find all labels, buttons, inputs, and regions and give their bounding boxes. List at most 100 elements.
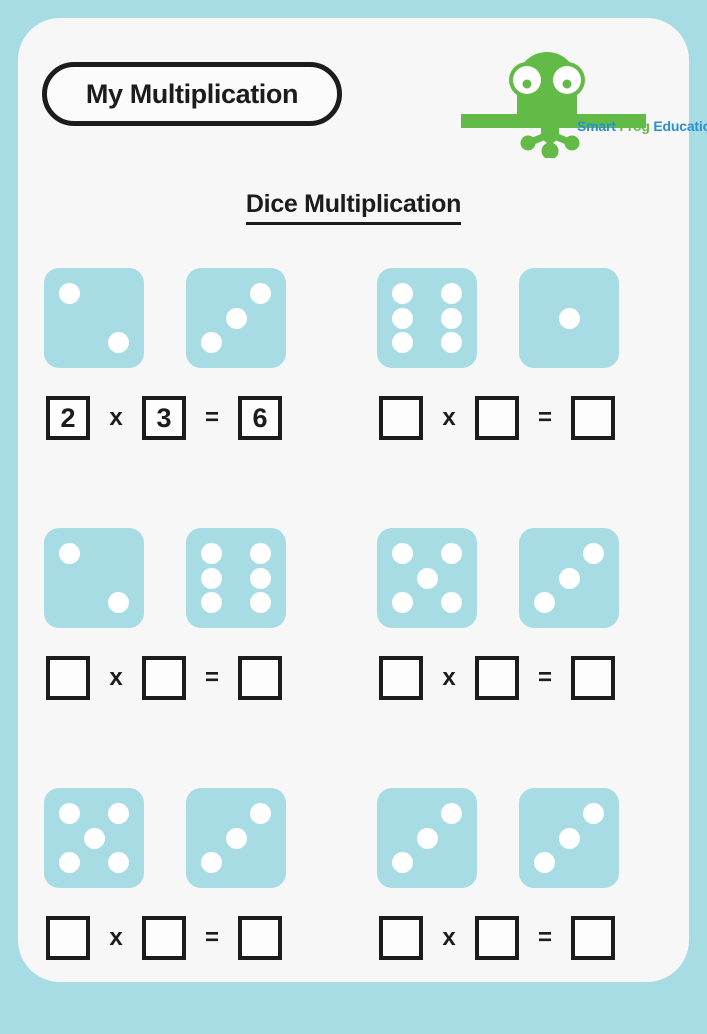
product-input[interactable] bbox=[571, 656, 615, 700]
equation: x = bbox=[379, 916, 615, 960]
problem-1: 2 x 3 = 6 bbox=[18, 254, 353, 514]
dice-pair bbox=[44, 528, 286, 628]
logo-word-education: Education bbox=[653, 118, 707, 134]
die-pip bbox=[392, 543, 413, 564]
worksheet-title-badge: My Multiplication bbox=[42, 62, 342, 126]
die-right-face-1 bbox=[519, 268, 619, 368]
die-right-face-3 bbox=[186, 788, 286, 888]
die-pip bbox=[441, 307, 462, 329]
problem-grid: 2 x 3 = 6 x = x = x = x = x = bbox=[18, 254, 689, 1034]
die-pip bbox=[59, 852, 80, 873]
product-input[interactable]: 6 bbox=[238, 396, 282, 440]
times-operator: x bbox=[109, 404, 123, 431]
worksheet-heading-text: Dice Multiplication bbox=[245, 190, 461, 225]
die-pip bbox=[201, 592, 222, 613]
die-pip bbox=[558, 567, 580, 589]
die-pip bbox=[108, 803, 129, 824]
equation: 2 x 3 = 6 bbox=[46, 396, 282, 440]
die-pip bbox=[225, 307, 247, 329]
die-pip bbox=[250, 567, 271, 589]
dice-pair bbox=[44, 268, 286, 368]
worksheet-page: My Multiplication Smart Frog Educatio Di… bbox=[18, 18, 707, 982]
times-operator: x bbox=[109, 664, 123, 691]
die-pip bbox=[534, 852, 555, 873]
die-pip bbox=[441, 803, 462, 824]
die-pip bbox=[441, 332, 462, 353]
factor-right-input[interactable] bbox=[475, 916, 519, 960]
problem-5: x = bbox=[18, 774, 353, 1034]
worksheet-heading: Dice Multiplication bbox=[18, 190, 689, 225]
smart-frog-education-logo: Smart Frog Education bbox=[459, 38, 707, 158]
times-operator: x bbox=[109, 924, 123, 951]
die-right-face-3 bbox=[519, 788, 619, 888]
times-operator: x bbox=[442, 664, 456, 691]
die-pip bbox=[59, 803, 80, 824]
die-pip bbox=[250, 283, 271, 304]
die-pip bbox=[250, 543, 271, 564]
equals-operator: = bbox=[204, 924, 219, 951]
equals-operator: = bbox=[537, 664, 552, 691]
factor-left-input[interactable] bbox=[46, 656, 90, 700]
worksheet-title-text: My Multiplication bbox=[85, 78, 299, 109]
times-operator: x bbox=[442, 404, 456, 431]
die-pip bbox=[59, 283, 80, 304]
equals-operator: = bbox=[537, 924, 552, 951]
die-left-face-5 bbox=[44, 788, 144, 888]
die-pip bbox=[583, 543, 604, 564]
die-pip bbox=[416, 567, 438, 589]
equation: x = bbox=[46, 916, 282, 960]
die-pip bbox=[201, 543, 222, 564]
problem-row: x = x = bbox=[18, 774, 689, 1034]
die-pip bbox=[108, 332, 129, 353]
problem-row: x = x = bbox=[18, 514, 689, 774]
die-pip bbox=[250, 803, 271, 824]
factor-left-input[interactable] bbox=[46, 916, 90, 960]
die-pip bbox=[441, 543, 462, 564]
factor-right-input[interactable] bbox=[142, 656, 186, 700]
product-input[interactable] bbox=[571, 396, 615, 440]
die-left-face-3 bbox=[377, 788, 477, 888]
die-pip bbox=[558, 307, 580, 329]
die-pip bbox=[201, 567, 222, 589]
factor-right-input[interactable] bbox=[142, 916, 186, 960]
product-input[interactable] bbox=[238, 656, 282, 700]
die-pip bbox=[108, 592, 129, 613]
equals-operator: = bbox=[204, 404, 219, 431]
die-pip bbox=[392, 283, 413, 304]
problem-6: x = bbox=[353, 774, 688, 1034]
factor-right-input[interactable] bbox=[475, 656, 519, 700]
die-pip bbox=[83, 827, 105, 849]
die-right-face-3 bbox=[186, 268, 286, 368]
factor-left-input[interactable] bbox=[379, 656, 423, 700]
problem-2: x = bbox=[353, 254, 688, 514]
factor-left-input[interactable] bbox=[379, 396, 423, 440]
dice-pair bbox=[377, 528, 619, 628]
problem-row: 2 x 3 = 6 x = bbox=[18, 254, 689, 514]
factor-right-input[interactable]: 3 bbox=[142, 396, 186, 440]
equation: x = bbox=[46, 656, 282, 700]
die-pip bbox=[250, 592, 271, 613]
equation: x = bbox=[379, 656, 615, 700]
factor-left-input[interactable]: 2 bbox=[46, 396, 90, 440]
die-pip bbox=[59, 543, 80, 564]
die-pip bbox=[583, 803, 604, 824]
die-pip bbox=[441, 283, 462, 304]
die-right-face-6 bbox=[186, 528, 286, 628]
factor-right-input[interactable] bbox=[475, 396, 519, 440]
product-input[interactable] bbox=[571, 916, 615, 960]
die-left-face-5 bbox=[377, 528, 477, 628]
problem-4: x = bbox=[353, 514, 688, 774]
die-right-face-3 bbox=[519, 528, 619, 628]
equals-operator: = bbox=[537, 404, 552, 431]
die-left-face-6 bbox=[377, 268, 477, 368]
die-left-face-2 bbox=[44, 268, 144, 368]
product-input[interactable] bbox=[238, 916, 282, 960]
die-pip bbox=[392, 307, 413, 329]
die-pip bbox=[225, 827, 247, 849]
factor-left-input[interactable] bbox=[379, 916, 423, 960]
die-pip bbox=[201, 852, 222, 873]
die-pip bbox=[534, 592, 555, 613]
die-pip bbox=[108, 852, 129, 873]
logo-word-smart: Smart bbox=[577, 118, 616, 134]
equation: x = bbox=[379, 396, 615, 440]
